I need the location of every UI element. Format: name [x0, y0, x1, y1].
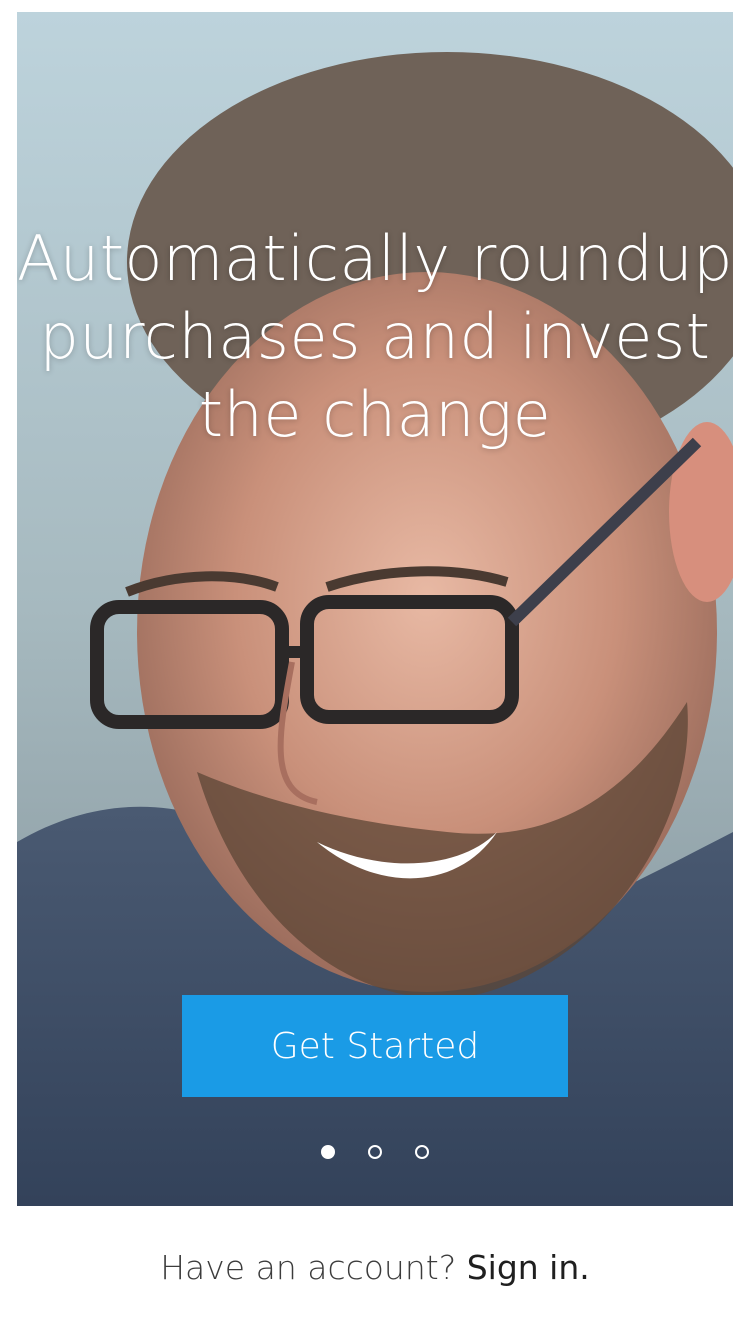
sign-in-link[interactable]: Sign in. — [467, 1248, 590, 1287]
carousel-pagination — [17, 1145, 733, 1161]
hero-image-panel: Automatically roundup purchases and inve… — [17, 12, 733, 1206]
hero-headline: Automatically roundup purchases and inve… — [17, 222, 733, 451]
pagination-dot-1[interactable] — [321, 1145, 335, 1159]
pagination-dot-3[interactable] — [415, 1145, 429, 1159]
signin-prompt-text: Have an account? — [160, 1248, 457, 1287]
pagination-dot-2[interactable] — [368, 1145, 382, 1159]
signin-prompt-row: Have an account? Sign in. — [0, 1248, 750, 1287]
onboarding-screen: Automatically roundup purchases and inve… — [0, 0, 750, 1334]
get-started-button[interactable]: Get Started — [182, 995, 568, 1097]
